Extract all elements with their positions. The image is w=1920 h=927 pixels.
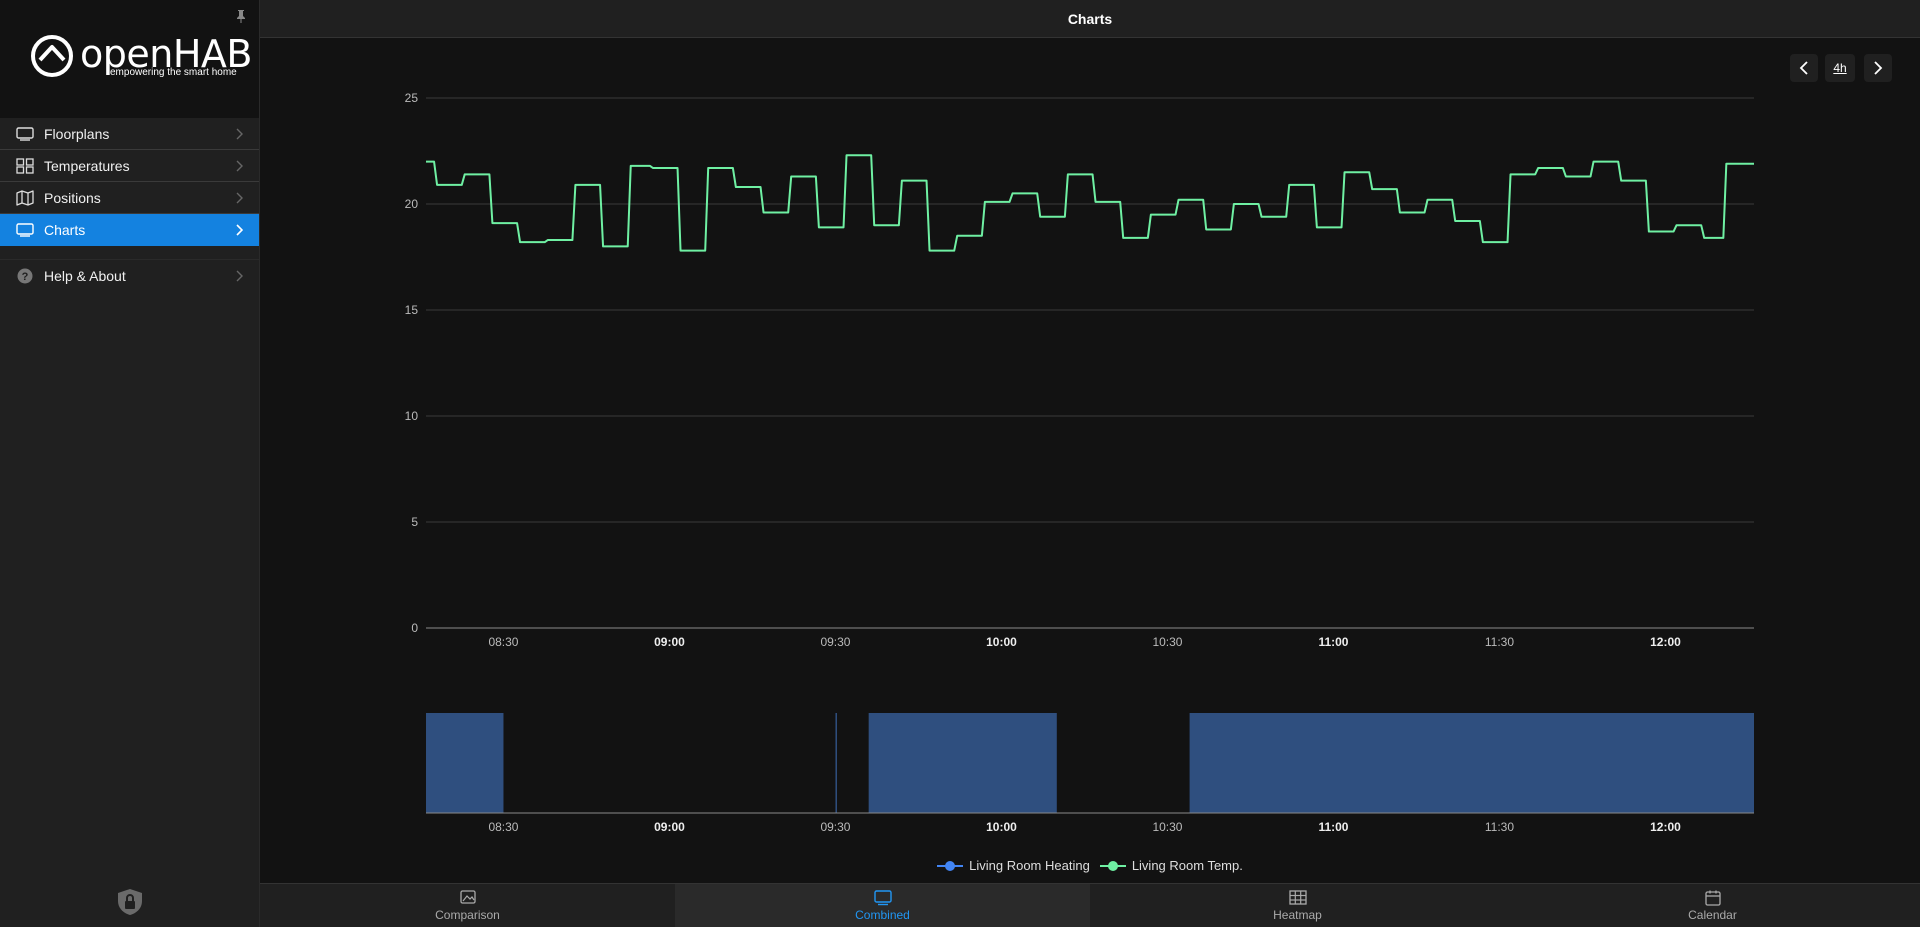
heating-bar [868,713,1057,813]
tab-label: Comparison [435,907,500,922]
picture-icon [459,889,476,904]
x-tick-label: 11:00 [1318,635,1348,649]
x-tick-label: 11:00 [1318,820,1348,834]
x-tick-label: 10:30 [1152,820,1182,834]
chart-screen-icon [16,221,34,239]
sidebar-item-label: Floorplans [44,125,110,142]
lock-icon[interactable] [116,888,144,916]
bottom-toolbar: Comparison Combined Heatmap Calendar [260,883,1920,927]
brand-area: openHAB empowering the smart home [0,0,259,118]
openhab-logo-icon [31,35,73,77]
chevron-right-icon [236,270,243,282]
help-icon: ? [16,267,34,285]
legend-swatch [1099,860,1126,872]
svg-text:?: ? [22,271,29,283]
x-tick-label: 11:30 [1485,820,1514,834]
sidebar-item-temperatures[interactable]: Temperatures [0,150,259,182]
heating-bar [835,713,837,813]
y-tick-label: 5 [411,515,418,529]
series-line-living-room-temp [426,154,1754,252]
x-tick-label: 08:30 [488,635,518,649]
x-tick-label: 10:30 [1152,635,1182,649]
heating-bar [1189,713,1754,813]
tab-label: Heatmap [1273,907,1322,922]
y-tick-label: 25 [405,91,419,105]
menu-divider [0,246,259,260]
tab-combined[interactable]: Combined [675,884,1090,927]
chart-area: 0 5 10 15 20 25 08:30 09:00 09:30 10:00 10:30 11:00… [260,38,1920,876]
legend-swatch [937,860,964,872]
legend-item-heating[interactable]: Living Room Heating [937,858,1090,873]
y-tick-label: 20 [405,197,419,211]
chevron-right-icon [236,192,243,204]
sidebar-item-label: Charts [44,221,86,238]
chevron-right-icon [236,224,243,236]
map-icon [16,189,34,207]
chevron-right-icon [236,160,243,172]
sidebar-item-help[interactable]: ? Help & About [0,260,259,292]
legend-item-temperature[interactable]: Living Room Temp. [1099,858,1243,873]
tab-label: Calendar [1688,907,1737,922]
x-tick-label: 10:00 [986,635,1017,649]
x-tick-label: 12:00 [1650,820,1681,834]
x-tick-label: 09:30 [820,635,850,649]
table-icon [1288,889,1307,905]
y-tick-label: 15 [405,303,419,317]
floorplan-icon [16,125,34,143]
legend-label: Living Room Heating [969,858,1090,873]
legend-label: Living Room Temp. [1131,858,1243,873]
screen-icon [873,889,892,905]
tab-heatmap[interactable]: Heatmap [1090,884,1505,927]
openhab-logo[interactable]: openHAB empowering the smart home [30,32,252,82]
calendar-icon [1704,890,1721,906]
y-tick-label: 0 [411,621,418,635]
combined-chart[interactable]: 0 5 10 15 20 25 08:30 09:00 09:30 10:00 10:30 11:00… [260,38,1920,858]
page-header: Charts [260,0,1920,38]
x-tick-label: 10:00 [986,820,1017,834]
logo-subtitle: empowering the smart home [110,67,237,78]
x-tick-label: 08:30 [488,820,518,834]
heating-bar [426,713,504,813]
sidebar-item-label: Help & About [44,268,126,284]
x-tick-label: 09:30 [820,820,850,834]
grid-icon [16,157,34,175]
page-title: Charts [1067,10,1113,27]
sidebar: openHAB empowering the smart home Floorp… [0,0,260,927]
sidebar-item-positions[interactable]: Positions [0,182,259,214]
chevron-right-icon [236,128,243,140]
tab-label: Combined [855,907,910,922]
sidebar-menu: Floorplans Temperatures Positions Charts… [0,118,259,292]
sidebar-item-label: Temperatures [44,157,130,174]
x-tick-label: 09:00 [654,820,685,834]
tab-calendar[interactable]: Calendar [1505,884,1920,927]
sidebar-item-floorplans[interactable]: Floorplans [0,118,259,150]
y-tick-label: 10 [405,409,419,423]
tab-comparison[interactable]: Comparison [260,884,675,927]
x-tick-label: 12:00 [1650,635,1681,649]
x-tick-label: 11:30 [1485,635,1514,649]
pin-icon[interactable] [233,8,249,24]
chart-legend: Living Room Heating Living Room Temp. [260,858,1920,873]
sidebar-item-charts[interactable]: Charts [0,214,259,246]
x-tick-label: 09:00 [654,635,685,649]
app-window: openHAB empowering the smart home Floorp… [0,0,1920,927]
sidebar-item-label: Positions [44,189,101,206]
